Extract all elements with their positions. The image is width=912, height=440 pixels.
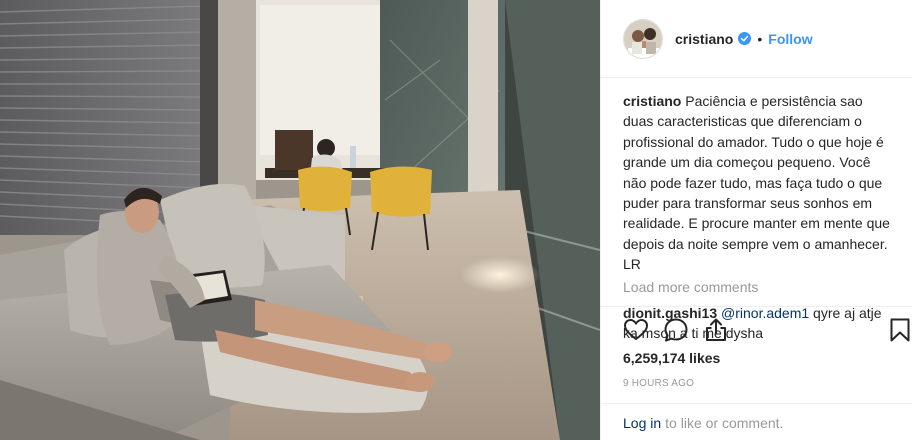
login-link[interactable]: Log in [623,415,661,431]
likes-count[interactable]: 6,259,174 likes [623,350,720,366]
post-photo[interactable] [0,0,600,440]
caption-username[interactable]: cristiano [623,93,681,109]
heart-icon[interactable] [623,317,649,343]
avatar[interactable] [623,18,663,59]
header-username[interactable]: cristiano [675,31,733,47]
login-prompt: Log in to like or comment. [601,403,912,440]
verified-badge-icon [738,32,752,45]
login-prompt-text: to like or comment. [665,414,784,431]
header-separator: • [757,30,763,47]
post-timestamp: 9 HOURS AGO [623,378,695,389]
bookmark-icon[interactable] [889,317,911,343]
follow-button[interactable]: Follow [768,31,812,47]
avatar-image [624,19,662,58]
post-image [0,0,600,440]
post-header: cristiano • Follow [601,0,912,78]
load-more-comments-link[interactable]: Load more comments [623,277,891,297]
share-icon[interactable] [703,317,729,343]
caption: cristiano Paciência e persistência sao d… [623,91,891,275]
action-icons-row [623,317,910,345]
post-actions: 6,259,174 likes 9 HOURS AGO Log in to li… [601,306,912,440]
caption-text: Paciência e persistência sao duas caract… [623,93,890,273]
comment-icon[interactable] [663,317,689,343]
post-side-panel: cristiano • Follow cristiano Paciência e… [600,0,912,440]
